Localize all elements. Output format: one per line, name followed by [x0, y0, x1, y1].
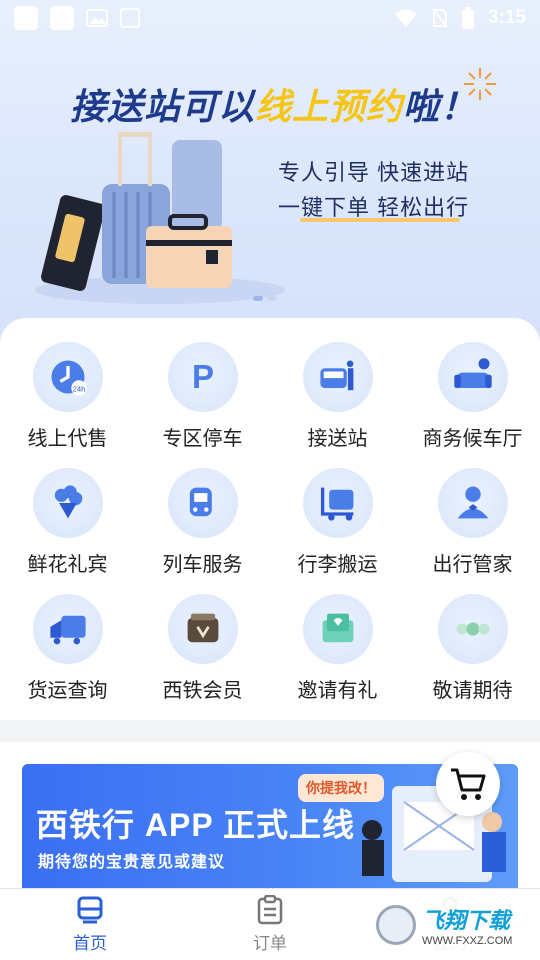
service-label: 列车服务	[162, 554, 243, 576]
service-item[interactable]: 行李搬运	[270, 468, 405, 582]
butler-icon	[437, 468, 508, 538]
font-a-icon	[120, 8, 140, 28]
site-watermark: 飞翔下载 WWW.FXXZ.COM	[370, 896, 530, 954]
svg-text:24h: 24h	[72, 384, 85, 393]
home-train-icon	[77, 896, 103, 924]
train-service-icon	[167, 468, 238, 538]
watermark-title: 飞翔下载	[422, 908, 511, 933]
sparkle-icon	[464, 68, 496, 100]
service-item[interactable]: 敬请期待	[405, 594, 540, 708]
banner-underline	[300, 218, 460, 222]
wifi-icon	[394, 9, 417, 27]
status-bar: 3:15	[0, 0, 540, 36]
service-label: 线上代售	[27, 428, 108, 450]
nav-home-label: 首页	[73, 934, 107, 953]
service-label: 邀请有礼	[297, 680, 378, 702]
service-label: 专区停车	[162, 428, 243, 450]
clock-24h-icon: 24h	[32, 342, 103, 412]
freight-truck-icon	[32, 594, 103, 664]
service-label: 敬请期待	[432, 680, 513, 702]
service-item[interactable]: 接送站	[270, 342, 405, 456]
shuttle-bus-icon	[302, 342, 373, 412]
nav-orders-label: 订单	[253, 934, 287, 953]
more-dots-icon	[437, 594, 508, 664]
service-item[interactable]: 邀请有礼	[270, 594, 405, 708]
luggage-cart-icon	[302, 468, 373, 538]
flower-bouquet-icon	[32, 468, 103, 538]
promo-title: 西铁行 APP 正式上线	[36, 807, 356, 843]
notification-app-icon	[14, 6, 38, 30]
carousel-indicator	[253, 296, 277, 301]
service-item[interactable]: 列车服务	[135, 468, 270, 582]
nav-home[interactable]: 首页	[0, 889, 180, 960]
no-sim-icon	[432, 8, 448, 28]
order-clipboard-icon	[257, 895, 283, 925]
shopping-cart-icon	[451, 768, 486, 800]
service-item[interactable]: 24h 线上代售	[0, 342, 135, 456]
hero-banner[interactable]: 接送站可以线上预约啦！ 专人引导 快速进站 一键下单 轻松出行	[0, 0, 540, 340]
service-label: 货运查询	[27, 680, 108, 702]
invite-envelope-icon	[302, 594, 373, 664]
lounge-sofa-icon	[437, 342, 508, 412]
notification-square-icon	[50, 6, 74, 30]
service-label: 鲜花礼宾	[27, 554, 108, 576]
cart-button[interactable]	[436, 752, 500, 816]
service-item[interactable]: 出行管家	[405, 468, 540, 582]
service-label: 出行管家	[432, 554, 513, 576]
service-label: 行李搬运	[297, 554, 378, 576]
carousel-dot[interactable]	[267, 296, 277, 301]
service-label: 西铁会员	[162, 680, 243, 702]
banner-subtitle-1: 专人引导 快速进站	[278, 160, 470, 185]
parking-icon: P	[167, 342, 238, 412]
member-wallet-icon	[167, 594, 238, 664]
carousel-dot[interactable]	[253, 296, 263, 301]
svg-text:P: P	[191, 358, 213, 395]
clock-time: 3:15	[487, 7, 526, 28]
image-icon	[86, 9, 108, 27]
service-item[interactable]: 鲜花礼宾	[0, 468, 135, 582]
nav-orders[interactable]: 订单	[180, 889, 360, 960]
luggage-illustration	[35, 132, 285, 304]
service-item[interactable]: 商务候车厅	[405, 342, 540, 456]
service-label: 商务候车厅	[422, 428, 523, 450]
service-label: 接送站	[307, 428, 368, 450]
service-item[interactable]: P 专区停车	[135, 342, 270, 456]
services-card: 24h 线上代售 P 专区停车 接送站 商务候车厅鲜花礼宾 列车服务 行李搬运 出行管家货运查询…	[0, 318, 540, 720]
services-grid: 24h 线上代售 P 专区停车 接送站 商务候车厅鲜花礼宾 列车服务 行李搬运 出行管家货运查询…	[0, 342, 540, 708]
battery-icon	[461, 7, 474, 29]
watermark-url: WWW.FXXZ.COM	[422, 935, 513, 947]
watermark-logo-icon	[376, 905, 416, 945]
promo-subtitle: 期待您的宝贵意见或建议	[38, 854, 226, 871]
service-item[interactable]: 西铁会员	[135, 594, 270, 708]
service-item[interactable]: 货运查询	[0, 594, 135, 708]
